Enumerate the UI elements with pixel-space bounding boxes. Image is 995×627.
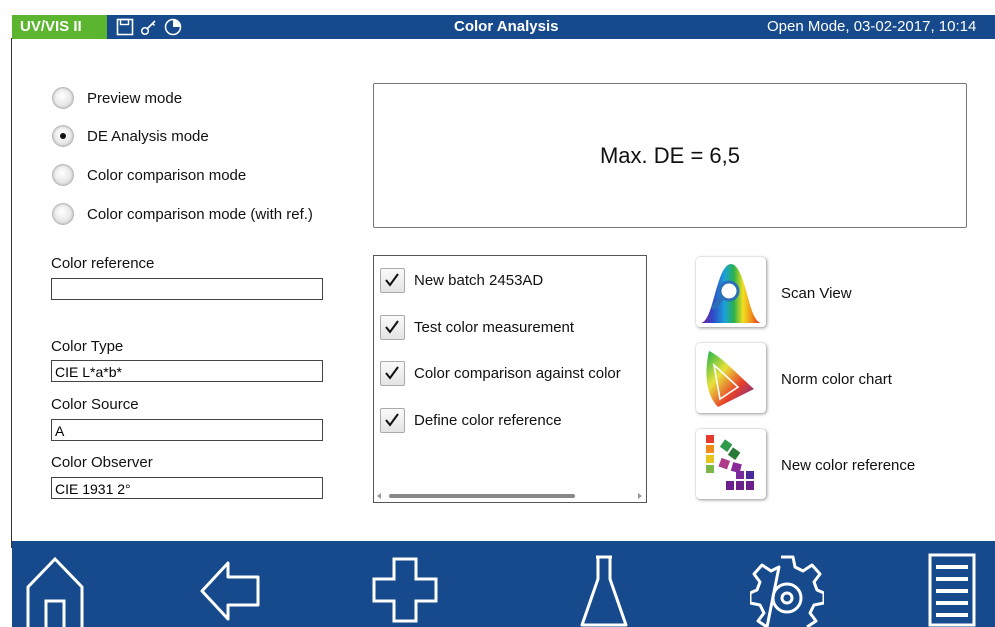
checkbox-checked[interactable] (380, 268, 405, 293)
radio-button[interactable] (52, 203, 74, 225)
add-icon[interactable] (368, 553, 442, 627)
mode-label: Color comparison mode (87, 166, 247, 184)
scan-view-label: Scan View (781, 285, 852, 302)
screen-title: Color Analysis (454, 18, 559, 35)
norm-color-chart-button[interactable] (696, 343, 766, 413)
title-icons (116, 17, 182, 37)
app-name: UV/VIS II (12, 15, 107, 39)
mode-label: Color comparison mode (with ref.) (87, 205, 313, 223)
norm-color-chart-label: Norm color chart (781, 371, 892, 388)
pie-chart-icon[interactable] (164, 18, 182, 36)
radio-button[interactable] (52, 164, 74, 186)
bottom-navigation-bar (12, 541, 995, 627)
mode-option-color-comparison[interactable]: Color comparison mode (52, 164, 246, 186)
result-display: Max. DE = 6,5 (373, 83, 967, 228)
checkbox-checked[interactable] (380, 408, 405, 433)
title-bar: UV/VIS II Color Analysis Open Mode, 03-0… (12, 15, 995, 39)
color-swatches-icon (706, 435, 754, 490)
status-text: Open Mode, 03-02-2017, 10:14 (767, 18, 977, 35)
horizontal-scrollbar[interactable] (374, 492, 646, 500)
color-observer-field[interactable]: CIE 1931 2° (51, 477, 323, 499)
norm-color-chart-icon (706, 351, 754, 407)
checklist-label: New batch 2453AD (414, 272, 544, 289)
color-source-field[interactable]: A (51, 419, 323, 441)
new-color-reference-button[interactable] (696, 429, 766, 499)
home-icon[interactable] (24, 553, 86, 627)
checkbox-checked[interactable] (380, 361, 405, 386)
checklist-item[interactable]: New batch 2453AD (380, 268, 543, 293)
key-icon[interactable] (140, 18, 158, 36)
scan-view-icon (701, 264, 761, 323)
checkbox-checked[interactable] (380, 315, 405, 340)
checklist-label: Test color measurement (414, 319, 575, 336)
mode-option-preview[interactable]: Preview mode (52, 87, 182, 109)
radio-button[interactable] (52, 87, 74, 109)
mode-option-color-comparison-ref[interactable]: Color comparison mode (with ref.) (52, 203, 313, 225)
window-frame-left (11, 38, 12, 548)
new-color-reference-label: New color reference (781, 457, 916, 474)
color-observer-label: Color Observer (51, 454, 153, 471)
scrollbar-thumb[interactable] (389, 494, 575, 498)
color-reference-label: Color reference (51, 255, 155, 272)
workflow-checklist[interactable]: New batch 2453AD Test color measurement … (373, 255, 647, 503)
color-type-label: Color Type (51, 338, 124, 355)
scroll-right-icon[interactable] (638, 493, 642, 499)
scan-view-button[interactable] (696, 257, 766, 327)
checklist-item[interactable]: Define color reference (380, 408, 562, 433)
checklist-label: Color comparison against color (414, 365, 621, 382)
checklist-label: Define color reference (414, 412, 562, 429)
mode-label: Preview mode (87, 89, 183, 107)
scroll-left-icon[interactable] (377, 493, 381, 499)
color-type-field[interactable]: CIE L*a*b* (51, 360, 323, 382)
color-source-label: Color Source (51, 396, 139, 413)
back-arrow-icon[interactable] (198, 553, 262, 627)
radio-button-selected[interactable] (52, 125, 74, 147)
settings-gear-icon[interactable] (750, 553, 824, 627)
flask-icon[interactable] (578, 553, 630, 627)
color-reference-input[interactable] (51, 278, 323, 300)
mode-option-de-analysis[interactable]: DE Analysis mode (52, 125, 209, 147)
checklist-item[interactable]: Color comparison against color (380, 361, 621, 386)
checklist-item[interactable]: Test color measurement (380, 315, 574, 340)
mode-label: DE Analysis mode (87, 127, 209, 145)
max-de-value: Max. DE = 6,5 (599, 142, 740, 168)
save-icon[interactable] (116, 18, 134, 36)
menu-list-icon[interactable] (928, 553, 976, 627)
